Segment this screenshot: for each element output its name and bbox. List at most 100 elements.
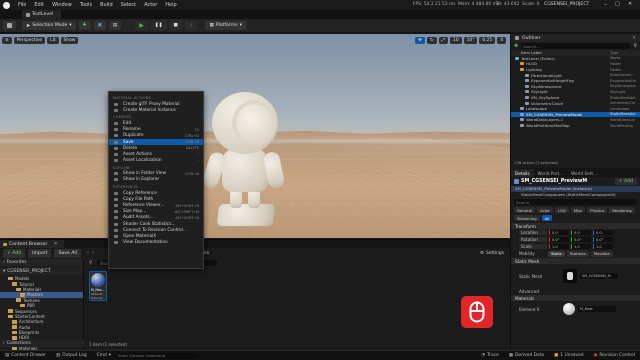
- save-button[interactable]: [3, 21, 16, 30]
- asset-tile[interactable]: M_Mas... Material Material: [89, 271, 107, 301]
- static-mesh-thumbnail[interactable]: [563, 269, 577, 284]
- filter-chip-physics[interactable]: Physics: [587, 207, 608, 214]
- menu-build[interactable]: Build: [96, 2, 117, 8]
- settings-button[interactable]: ⚙ Settings: [480, 251, 504, 256]
- outliner-row[interactable]: SM_CGSENSEI_PreviewModel StaticMeshAct: [511, 111, 640, 118]
- project-header[interactable]: ▾ CGSENSEI_PROJECT: [0, 268, 83, 275]
- static-mesh-dropdown[interactable]: SM_CGSENSEI_Pr: [580, 273, 618, 280]
- play-options-button[interactable]: ⋮: [184, 21, 198, 30]
- menu-help[interactable]: Help: [161, 2, 180, 8]
- scale-dropdown[interactable]: Scale: [519, 244, 547, 250]
- outliner-row[interactable]: WorldPartitionMiniMap WorldPartitio: [511, 123, 640, 129]
- unsaved-button[interactable]: ■ 1 Unsaved: [549, 353, 588, 358]
- translate-tool[interactable]: ✥: [415, 36, 425, 44]
- component-child[interactable]: StaticMeshComponent (StaticMeshComponent…: [511, 192, 640, 198]
- selection-mode-button[interactable]: ➤ Selection Mode ▾: [22, 21, 76, 30]
- filter-chip-all[interactable]: All: [541, 215, 553, 222]
- menu-edit[interactable]: Edit: [30, 2, 48, 8]
- z-value-field[interactable]: 1.0: [593, 244, 613, 250]
- nav-forward-icon[interactable]: ›: [92, 250, 94, 256]
- y-value-field[interactable]: 0.0: [571, 230, 591, 236]
- y-value-field[interactable]: 0.0°: [571, 237, 591, 243]
- trace-button[interactable]: ◔ Trace: [476, 353, 504, 358]
- pause-button[interactable]: ❚❚: [150, 21, 167, 30]
- lit-button[interactable]: Lit: [47, 36, 59, 44]
- cinematics-button[interactable]: ▤: [108, 21, 122, 30]
- scale-snap[interactable]: 0.25: [479, 36, 496, 44]
- minimize-button[interactable]: –: [604, 1, 607, 8]
- derived-data-button[interactable]: ▦ Derived Data: [504, 353, 549, 358]
- mobility-stationa[interactable]: Stationa: [566, 250, 589, 257]
- level-tab[interactable]: TestLevel: [22, 10, 62, 19]
- console-input[interactable]: Enter Console Command: [116, 352, 197, 359]
- mobility-movable[interactable]: Movable: [590, 250, 613, 257]
- column-type[interactable]: Type: [610, 51, 640, 55]
- preview-model[interactable]: [192, 86, 312, 236]
- material-thumbnail[interactable]: [563, 303, 575, 316]
- content-drawer-button[interactable]: ▤ Content Drawer: [0, 353, 51, 358]
- details-tab-2[interactable]: World Sett...: [567, 169, 601, 177]
- show-button[interactable]: Show: [60, 36, 79, 44]
- add-component-button[interactable]: + Add: [614, 178, 637, 185]
- platforms-button[interactable]: ▦ Platforms ▾: [205, 21, 246, 30]
- menu-window[interactable]: Window: [48, 2, 76, 8]
- details-tab-0[interactable]: Details: [511, 169, 534, 177]
- rotation-snap[interactable]: 10°: [463, 36, 478, 44]
- filter-chip-lod[interactable]: LOD: [554, 207, 569, 214]
- advanced-row[interactable]: Advanced: [511, 288, 640, 294]
- outliner-search-input[interactable]: Search...: [521, 43, 631, 49]
- filter-icon[interactable]: ⚲: [89, 260, 93, 266]
- rotation-dropdown[interactable]: Rotation: [519, 237, 547, 243]
- viewport-options-button[interactable]: ≡: [2, 36, 12, 44]
- nav-back-icon[interactable]: ‹: [87, 250, 89, 256]
- details-search-input[interactable]: Search: [514, 199, 637, 206]
- column-item-label[interactable]: Item Label: [521, 50, 542, 55]
- filter-icon[interactable]: ⚲: [633, 43, 637, 49]
- y-value-field[interactable]: 1.0: [571, 244, 591, 250]
- filter-chip-streaming[interactable]: Streaming: [514, 215, 540, 222]
- x-value-field[interactable]: 1.0: [549, 244, 569, 250]
- x-value-field[interactable]: 0.0: [549, 230, 569, 236]
- level-viewport[interactable]: ≡ Perspective Lit Show ✥ ↻ ⤢ 10 10° 0.25…: [0, 34, 510, 238]
- actor-name-field[interactable]: SM_CGSENSEI_PreviewM: [521, 179, 587, 184]
- filter-chip-misc[interactable]: Misc: [570, 207, 586, 214]
- z-value-field[interactable]: 0.0°: [593, 237, 613, 243]
- perspective-button[interactable]: Perspective: [13, 36, 46, 44]
- scale-tool[interactable]: ⤢: [438, 36, 449, 44]
- filter-chip-actor[interactable]: Actor: [536, 207, 553, 214]
- save-all-button[interactable]: Save All: [54, 248, 81, 258]
- menu-file[interactable]: File: [14, 2, 30, 8]
- output-log-button[interactable]: ▥ Output Log: [51, 353, 92, 358]
- collections-header[interactable]: › Collections: [0, 340, 84, 347]
- close-icon[interactable]: ✕: [53, 241, 57, 247]
- context-menu-item-create-material-instance[interactable]: Create Material Instance: [109, 107, 203, 113]
- revision-control-button[interactable]: ● Revision Control: [589, 353, 640, 358]
- add-icon[interactable]: ✚: [514, 43, 518, 49]
- menu-select[interactable]: Select: [117, 2, 140, 8]
- x-value-field[interactable]: 0.0°: [549, 237, 569, 243]
- camera-speed[interactable]: 4: [497, 36, 506, 44]
- import-button[interactable]: Import: [28, 248, 52, 258]
- close-icon[interactable]: ✕: [632, 36, 636, 41]
- add-button[interactable]: + Add: [3, 248, 26, 258]
- location-dropdown[interactable]: Location: [519, 230, 547, 236]
- outliner-tab[interactable]: Outliner ✕: [511, 34, 640, 42]
- z-value-field[interactable]: 0.0: [593, 230, 613, 236]
- menu-tools[interactable]: Tools: [76, 2, 96, 8]
- material-dropdown[interactable]: M_Mast: [578, 306, 616, 313]
- details-tab-1[interactable]: World Part...: [534, 169, 568, 177]
- context-menu-item-show-in-explorer[interactable]: Show in Explorer: [109, 177, 203, 183]
- mobility-static[interactable]: Static: [548, 250, 565, 257]
- quick-add-button[interactable]: ✚: [78, 21, 91, 30]
- close-window-button[interactable]: ✕: [628, 1, 632, 7]
- maximize-button[interactable]: □: [615, 1, 620, 7]
- rotate-tool[interactable]: ↻: [426, 36, 437, 44]
- cmd-dropdown[interactable]: Cmd ▾: [92, 353, 116, 358]
- content-browser-tab[interactable]: Content Browser ✕: [0, 240, 64, 248]
- unreal-logo-icon[interactable]: [3, 1, 10, 9]
- context-menu-item-asset-localization[interactable]: Asset Localization ›: [109, 158, 203, 164]
- filter-chip-general[interactable]: General: [514, 207, 535, 214]
- grid-snap[interactable]: 10: [450, 36, 462, 44]
- play-button[interactable]: ▶: [135, 21, 148, 30]
- filter-chip-rendering[interactable]: Rendering: [609, 207, 635, 214]
